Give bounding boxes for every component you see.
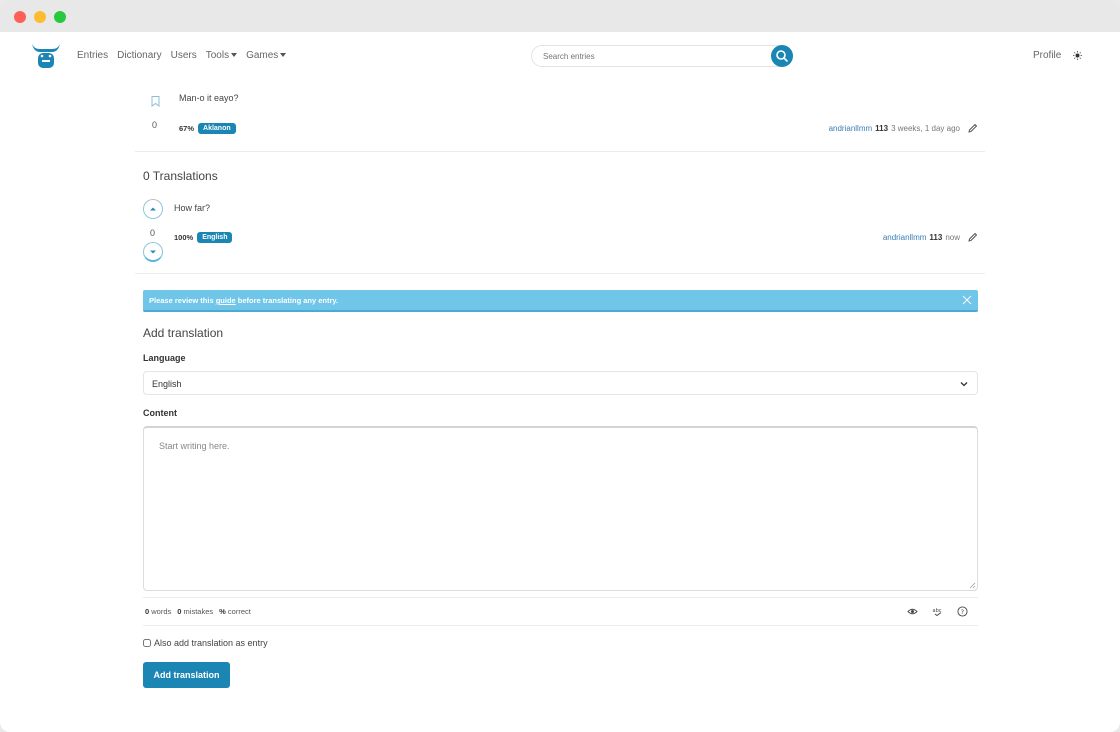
- language-label: Language: [143, 353, 186, 363]
- entry-card: 0 Man-o it eayo? 67% Aklanon andrianllmm…: [135, 80, 985, 152]
- nav-games-dropdown[interactable]: Games: [246, 50, 287, 61]
- spellcheck-icon[interactable]: abc: [932, 606, 943, 617]
- nav-entries[interactable]: Entries: [77, 50, 108, 61]
- translation-text: How far?: [174, 203, 211, 213]
- nav-dictionary[interactable]: Dictionary: [117, 50, 161, 61]
- text-stats: 0 words 0 mistakes % correct: [145, 607, 251, 616]
- search-input[interactable]: [532, 46, 762, 67]
- entry-meta: 67% Aklanon: [179, 123, 236, 134]
- entry-author-link[interactable]: andrianllmm: [829, 124, 873, 133]
- mistake-count-label: mistakes: [183, 607, 214, 616]
- text-stats-bar: 0 words 0 mistakes % correct abc ?: [143, 597, 978, 626]
- edit-pencil-icon[interactable]: [967, 123, 978, 134]
- correct-percent-value: %: [219, 607, 226, 616]
- alert-text-after: before translating any entry.: [235, 296, 339, 305]
- nav-tools-label: Tools: [205, 50, 230, 61]
- resize-grip-icon[interactable]: [969, 582, 976, 589]
- chevron-down-icon: [960, 382, 968, 387]
- arrow-down-icon: [150, 250, 156, 254]
- search-bar: [531, 45, 793, 67]
- entry-score: 67%: [179, 124, 195, 133]
- alert-text-before: Please review this: [149, 296, 216, 305]
- translation-vote-count: 0: [150, 228, 156, 238]
- content-label: Content: [143, 408, 177, 418]
- word-count-value: 0: [145, 607, 150, 616]
- mistake-count-value: 0: [177, 607, 182, 616]
- divider: [135, 273, 985, 274]
- content-placeholder: Start writing here.: [159, 441, 230, 451]
- edit-pencil-icon[interactable]: [967, 232, 978, 243]
- arrow-up-icon: [150, 207, 156, 211]
- translations-heading: 0 Translations: [143, 169, 218, 183]
- title-bar: [0, 0, 1120, 32]
- translation-time: now: [945, 233, 960, 242]
- translation-author-link[interactable]: andrianllmm: [883, 233, 927, 242]
- entry-time: 3 weeks, 1 day ago: [891, 124, 960, 133]
- stats-tools: abc ?: [907, 606, 968, 617]
- guide-link[interactable]: guide: [216, 296, 236, 305]
- theme-toggle-sun-icon[interactable]: [1073, 51, 1082, 60]
- nav-profile[interactable]: Profile: [1033, 50, 1061, 61]
- language-select[interactable]: English: [143, 371, 978, 395]
- also-add-entry-checkbox[interactable]: [143, 639, 151, 647]
- caret-down-icon: [280, 53, 287, 58]
- maximize-window-button[interactable]: [54, 11, 66, 23]
- caret-down-icon: [231, 53, 238, 58]
- translation-author-info: andrianllmm 113 now: [883, 232, 978, 243]
- translation-language-badge[interactable]: English: [197, 232, 233, 243]
- translation-score: 100%: [174, 233, 194, 242]
- minimize-window-button[interactable]: [34, 11, 46, 23]
- entry-author-info: andrianllmm 113 3 weeks, 1 day ago: [829, 123, 978, 134]
- search-icon: [776, 50, 788, 62]
- top-navbar: Entries Dictionary Users Tools Games Pro…: [0, 32, 1120, 80]
- close-window-button[interactable]: [14, 11, 26, 23]
- search-button[interactable]: [771, 45, 793, 67]
- eye-icon[interactable]: [907, 606, 918, 617]
- logo-icon[interactable]: [30, 40, 62, 70]
- also-add-entry-label: Also add translation as entry: [154, 638, 268, 648]
- translation-card: 0 How far? 100% English andrianllmm 113 …: [135, 197, 985, 274]
- nav-tools-dropdown[interactable]: Tools: [205, 50, 238, 61]
- upvote-button[interactable]: [143, 199, 163, 219]
- downvote-button[interactable]: [143, 242, 163, 262]
- add-translation-button[interactable]: Add translation: [143, 662, 230, 688]
- mistake-count: 0 mistakes: [177, 607, 213, 616]
- browser-window: Entries Dictionary Users Tools Games Pro…: [0, 0, 1120, 732]
- alert-message: Please review this guide before translat…: [149, 296, 338, 305]
- close-icon[interactable]: [962, 295, 972, 305]
- divider: [135, 151, 985, 152]
- language-selected-value: English: [152, 379, 182, 389]
- nav-users[interactable]: Users: [171, 50, 197, 61]
- svg-text:?: ?: [961, 608, 964, 616]
- word-count: 0 words: [145, 607, 171, 616]
- nav-links: Entries Dictionary Users Tools Games: [77, 50, 287, 61]
- add-translation-heading: Add translation: [143, 326, 224, 340]
- also-add-entry-option[interactable]: Also add translation as entry: [143, 638, 268, 648]
- entry-text: Man-o it eayo?: [179, 93, 239, 103]
- bookmark-icon[interactable]: [151, 96, 160, 107]
- nav-games-label: Games: [246, 50, 279, 61]
- word-count-label: words: [151, 607, 172, 616]
- correct-percent: % correct: [219, 607, 251, 616]
- entry-language-badge[interactable]: Aklanon: [198, 123, 236, 134]
- translation-meta: 100% English: [174, 232, 233, 243]
- correct-percent-label: correct: [227, 607, 251, 616]
- guide-alert: Please review this guide before translat…: [143, 290, 978, 312]
- translation-author-score: 113: [929, 233, 943, 242]
- help-icon[interactable]: ?: [957, 606, 968, 617]
- entry-vote-count: 0: [152, 120, 158, 130]
- entry-author-score: 113: [875, 124, 889, 133]
- content-textarea[interactable]: Start writing here.: [143, 426, 978, 591]
